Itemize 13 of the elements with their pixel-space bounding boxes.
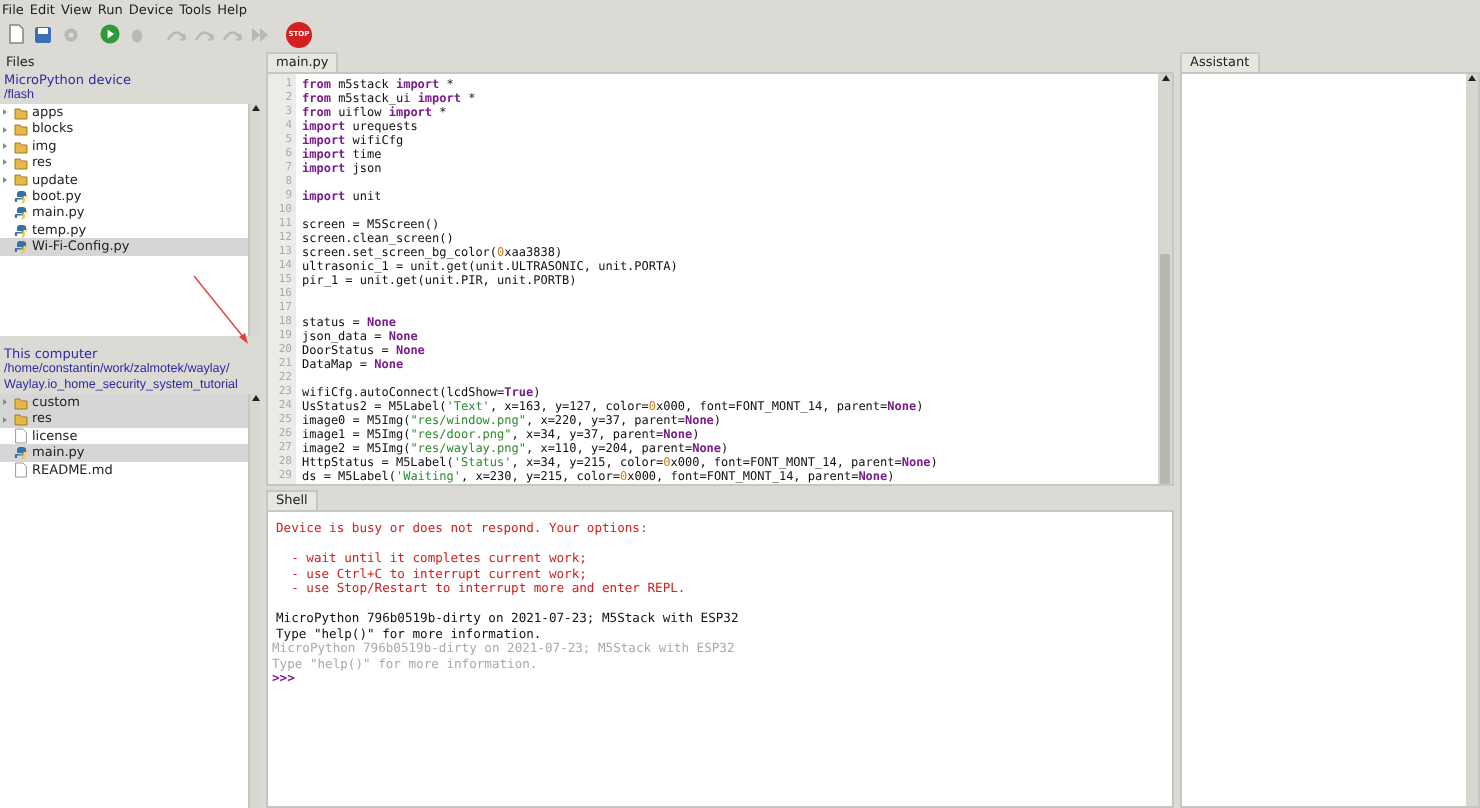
scrollbar-thumb[interactable] xyxy=(1160,254,1170,484)
scrollbar[interactable] xyxy=(248,394,260,808)
python-icon xyxy=(14,445,28,460)
scrollbar[interactable] xyxy=(1466,74,1478,806)
shell-console[interactable] xyxy=(266,510,1174,808)
annotation-arrow-drawing xyxy=(192,274,252,346)
scroll-up-icon[interactable] xyxy=(1468,74,1476,82)
new-file-icon[interactable] xyxy=(7,24,23,44)
scrollbar[interactable] xyxy=(1158,74,1172,484)
floppy-icon[interactable] xyxy=(34,25,52,43)
play-icon[interactable] xyxy=(99,24,119,44)
scrollbar[interactable] xyxy=(248,104,260,336)
scroll-up-icon[interactable] xyxy=(1161,74,1169,82)
